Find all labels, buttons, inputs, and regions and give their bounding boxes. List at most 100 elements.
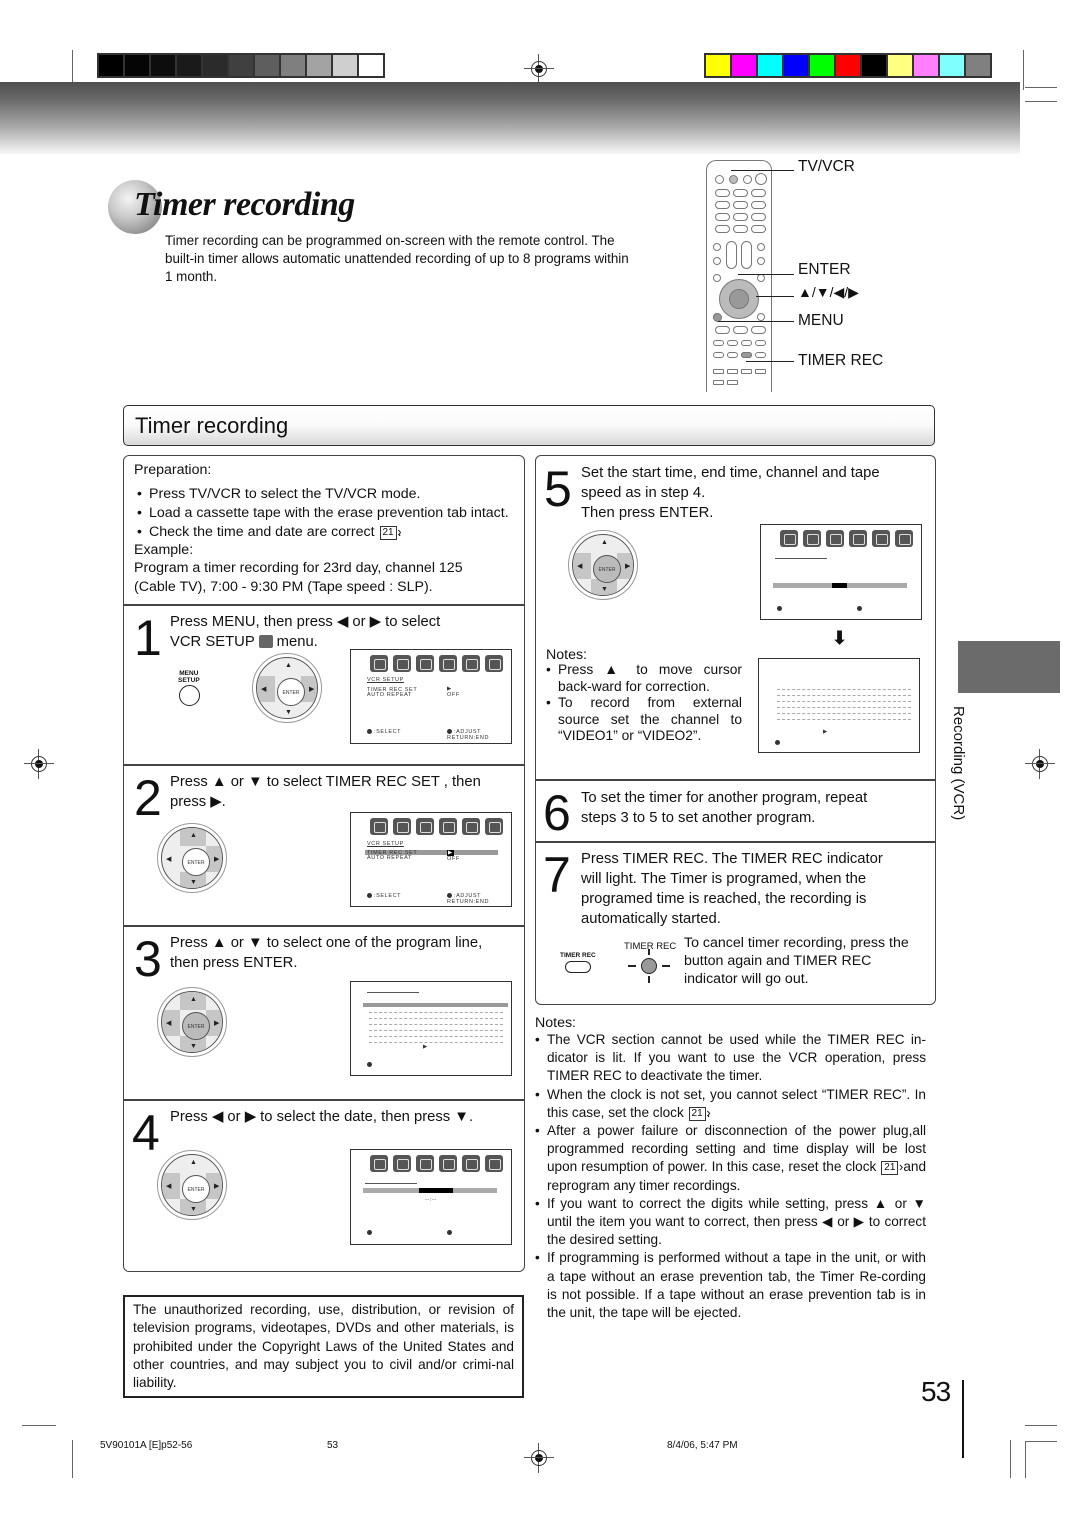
adjust-icon: [857, 606, 862, 611]
remote-control-illustration: [706, 160, 772, 392]
dpad-enter-button: ENTER: [277, 678, 305, 706]
remote-button-icon: [757, 274, 765, 282]
osd-screen-step-4: --:--: [350, 1149, 512, 1245]
callout-timer-rec: TIMER REC: [798, 352, 884, 369]
crop-mark: [1010, 1440, 1011, 1478]
crop-mark: [72, 1440, 73, 1478]
remote-button-icon: [751, 201, 766, 209]
dpad-step-2: ▲ ▼ ◀ ▶ ENTER: [157, 823, 227, 893]
remote-button-icon: [713, 243, 721, 251]
crop-mark: [1023, 50, 1024, 90]
select-icon: [775, 740, 780, 745]
intro-text: Timer recording can be programmed on-scr…: [165, 233, 629, 284]
notes-list: The VCR section cannot be used while the…: [535, 1031, 926, 1322]
registration-mark-bottom: [524, 1443, 554, 1473]
calibration-swatch: [862, 55, 886, 76]
vcr-setup-icon: [258, 635, 273, 648]
calibration-swatch: [966, 55, 990, 76]
divider: [124, 1099, 524, 1101]
crop-mark: [1025, 1441, 1057, 1442]
remote-button-icon: [733, 225, 748, 233]
registration-mark-right: [1025, 749, 1055, 779]
calibration-swatch: [333, 55, 357, 76]
osd-program-row: [777, 695, 911, 696]
remote-button-icon: [751, 189, 766, 197]
preparation-item: Press TV/VCR to select the TV/VCR mode.: [137, 485, 527, 504]
remote-button-icon: [715, 225, 730, 233]
remote-button-icon: [757, 313, 765, 321]
osd-item: AUTO REPEAT: [367, 692, 412, 698]
step-number: 5: [544, 461, 572, 517]
remote-button-icon: [741, 340, 752, 346]
osd-menu-icons: [780, 530, 913, 547]
arrow-down-icon: ⬇: [832, 628, 848, 648]
step-5-note: Press ▲ to move cursor back-ward for cor…: [546, 662, 742, 695]
divider: [536, 779, 935, 781]
osd-value: OFF: [447, 692, 460, 698]
osd-select-hint: :SELECT: [374, 893, 402, 899]
step-number: 2: [134, 770, 162, 826]
step-number: 4: [132, 1105, 160, 1161]
remote-button-icon: [755, 352, 766, 358]
osd-time-placeholder: --:--: [425, 1197, 437, 1203]
calibration-swatch: [177, 55, 201, 76]
osd-return-hint: RETURN:END: [447, 735, 490, 741]
divider: [124, 764, 524, 766]
remote-enter-button-icon: [729, 289, 749, 309]
remote-button-icon: [733, 326, 748, 334]
calibration-swatch: [229, 55, 253, 76]
step-1-text: Press MENU, then press ◀ or ▶ to select: [170, 614, 441, 630]
osd-screen-step-5-list: ▶: [758, 658, 920, 753]
dpad-arrow-icon: ◀: [166, 1183, 172, 1190]
section-header: Timer recording: [123, 405, 935, 446]
remote-button-icon: [755, 173, 767, 185]
calibration-swatch: [810, 55, 834, 76]
note-item: If you want to correct the digits while …: [535, 1195, 926, 1250]
remote-button-icon: [733, 213, 748, 221]
osd-program-row: [777, 689, 911, 690]
registration-mark-left: [24, 749, 54, 779]
calibration-swatch: [359, 55, 383, 76]
grayscale-calibration-bar: [97, 53, 385, 78]
step-1-text-2: VCR SETUP menu.: [170, 632, 318, 652]
timer-rec-indicator-label: TIMER REC: [624, 941, 677, 952]
dpad-arrow-icon: ▲: [190, 996, 197, 1003]
step-5-notes: Press ▲ to move cursor back-ward for cor…: [546, 662, 742, 745]
osd-item: AUTO REPEAT: [367, 855, 412, 861]
section-title: Timer recording: [135, 413, 289, 438]
calibration-swatch: [914, 55, 938, 76]
calibration-swatch: [706, 55, 730, 76]
callout-menu: MENU: [798, 312, 844, 329]
step-5-note: To record from external source set the c…: [546, 695, 742, 745]
preparation-list: Press TV/VCR to select the TV/VCR mode. …: [137, 485, 527, 542]
osd-entry-bar: [773, 583, 907, 588]
remote-button-icon: [713, 369, 724, 374]
remote-button-icon: [751, 326, 766, 334]
dpad-arrow-icon: ▶: [214, 1020, 220, 1027]
light-ray: [648, 976, 650, 983]
remote-button-icon: [741, 369, 752, 374]
example-heading: Example:: [134, 542, 194, 558]
remote-button-icon: [729, 175, 738, 184]
step-number: 3: [134, 931, 162, 987]
remote-timer-rec-button-icon: [741, 352, 752, 358]
step-3-text: Press ▲ or ▼ to select one of the progra…: [170, 935, 483, 951]
remote-button-icon: [713, 380, 724, 385]
remote-button-icon: [715, 189, 730, 197]
crop-mark: [22, 1425, 56, 1426]
registration-mark-top: [524, 54, 554, 84]
dpad-arrow-icon: ▼: [285, 709, 292, 716]
step-1-menu-suffix: menu.: [276, 634, 318, 650]
divider: [124, 925, 524, 927]
step-number: 7: [543, 847, 571, 903]
osd-program-row: [369, 1012, 503, 1013]
osd-menu-title: VCR SETUP: [367, 841, 404, 847]
remote-button-icon: [713, 257, 721, 265]
remote-button-icon: [757, 257, 765, 265]
dpad-arrow-icon: ◀: [166, 856, 172, 863]
light-ray: [662, 965, 670, 967]
step-6-text: To set the timer for another program, re…: [581, 790, 868, 806]
preparation-item: Check the time and date are correct 21.: [137, 523, 527, 542]
osd-program-row: [369, 1030, 503, 1031]
cancel-timer-text: To cancel timer recording, press the but…: [684, 935, 909, 987]
